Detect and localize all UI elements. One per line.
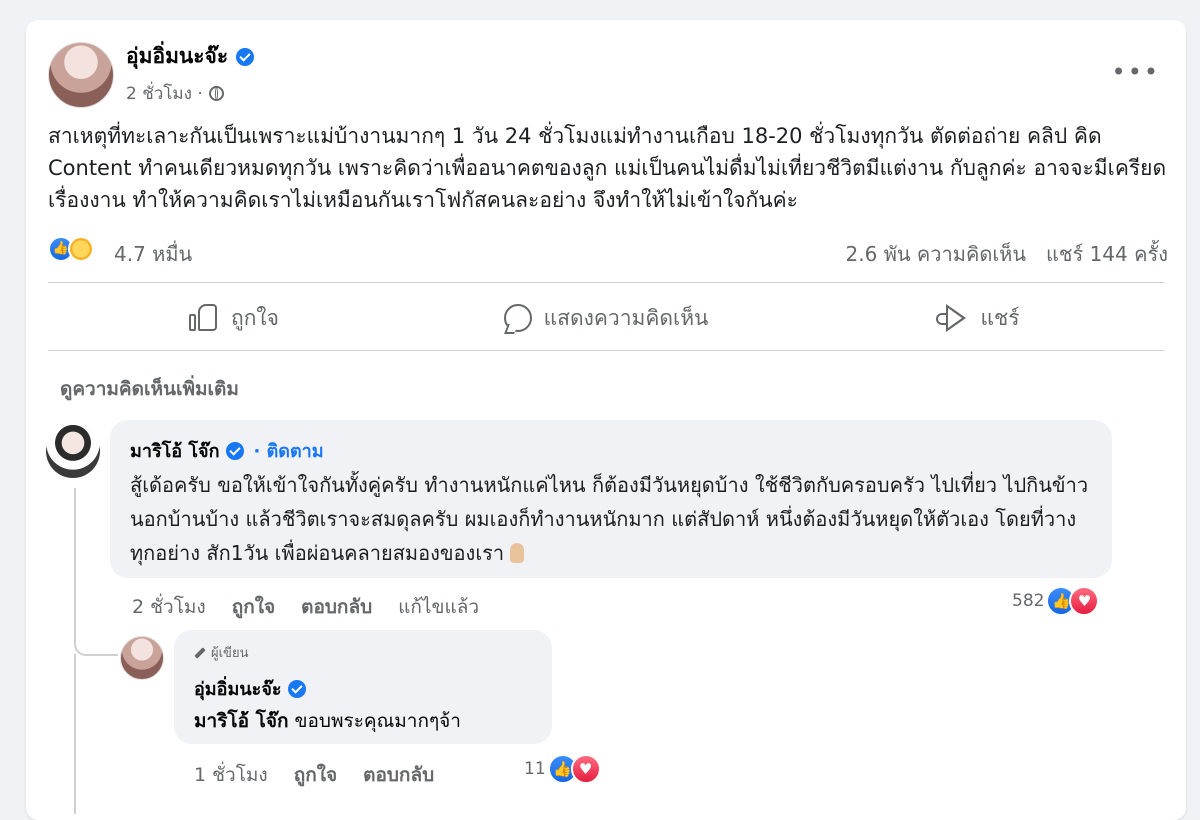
divider — [48, 282, 1164, 283]
comment-actions: 2 ชั่วโมง ถูกใจ ตอบกลับ แก้ไขแล้ว — [132, 592, 479, 622]
shares-count[interactable]: แชร์ 144 ครั้ง — [1046, 238, 1168, 270]
comment-icon — [503, 304, 532, 332]
post-card: อุ่มอิ่มนะจ๊ะ 2 ชั่วโมง · ••• สาเหตุที่ท… — [26, 20, 1186, 820]
author-badge: ผู้เขียน — [194, 642, 248, 663]
post-author[interactable]: อุ่มอิ่มนะจ๊ะ — [126, 40, 255, 73]
author-badge-label: ผู้เขียน — [211, 646, 249, 661]
reply-reactions[interactable]: 11 👍 ♥ — [524, 754, 601, 784]
verified-icon — [236, 47, 255, 66]
follow-link[interactable]: · ติดตาม — [254, 436, 324, 465]
love-reaction-icon: ♥ — [1069, 586, 1100, 616]
reply-text-body: ขอบพระคุณมากๆจ้า — [288, 710, 461, 732]
globe-icon — [208, 86, 224, 101]
post-time[interactable]: 2 ชั่วโมง · — [126, 80, 203, 107]
reply-reaction-count: 11 — [524, 759, 546, 779]
commenter-name-row: มาริโอ้ โจ๊ก · ติดตาม — [130, 436, 324, 465]
comment-button-label: แสดงความคิดเห็น — [543, 305, 709, 330]
comment-time[interactable]: 2 ชั่วโมง — [132, 592, 206, 622]
reaction-count[interactable]: 4.7 หมื่น — [114, 238, 192, 270]
reply-author-name[interactable]: อุ่มอิ่มนะจ๊ะ — [194, 674, 282, 703]
post-actions: ถูกใจ แสดงความคิดเห็น แชร์ — [48, 290, 1164, 346]
commenter-avatar[interactable] — [46, 424, 100, 478]
comment-bubble: มาริโอ้ โจ๊ก · ติดตาม สู้เด้อครับ ขอให้เ… — [110, 420, 1112, 578]
love-reaction-icon: ♥ — [570, 754, 601, 784]
post-stats: 2.6 พัน ความคิดเห็น แชร์ 144 ครั้ง — [846, 238, 1168, 270]
pencil-icon — [194, 646, 206, 659]
reactions-summary: 👍 4.7 หมื่น 2.6 พัน ความคิดเห็น แชร์ 144… — [48, 236, 1168, 266]
view-more-comments-link[interactable]: ดูความคิดเห็นเพิ่มเติม — [60, 374, 239, 404]
reaction-icons[interactable]: 👍 — [48, 236, 94, 262]
thread-line — [74, 488, 118, 656]
comment-reply-button[interactable]: ตอบกลับ — [301, 592, 372, 622]
author-avatar[interactable] — [48, 42, 114, 108]
commenter-name[interactable]: มาริโอ้ โจ๊ก — [130, 436, 220, 465]
verified-icon — [225, 441, 244, 460]
post-author-name[interactable]: อุ่มอิ่มนะจ๊ะ — [126, 40, 228, 73]
comment-text: สู้เด้อครับ ขอให้เข้าใจกันทั้งคู่ครับ ทำ… — [130, 468, 1100, 570]
reply-actions: 1 ชั่วโมง ถูกใจ ตอบกลับ — [194, 760, 434, 790]
care-reaction-icon — [68, 236, 94, 262]
peace-hand-icon — [510, 543, 525, 563]
comment-edited-label: แก้ไขแล้ว — [398, 596, 480, 618]
like-button[interactable]: ถูกใจ — [48, 290, 420, 346]
like-button-label: ถูกใจ — [231, 305, 279, 330]
share-icon — [936, 304, 968, 332]
verified-icon — [287, 679, 306, 698]
reply-bubble: ผู้เขียน อุ่มอิ่มนะจ๊ะ มาริโอ้ โจ๊ก ขอบพ… — [174, 630, 552, 744]
post-meta: 2 ชั่วโมง · — [126, 80, 224, 107]
share-button[interactable]: แชร์ — [792, 290, 1164, 346]
comment-reactions[interactable]: 582 👍 ♥ — [1012, 586, 1100, 616]
comment-button[interactable]: แสดงความคิดเห็น — [420, 290, 792, 346]
more-options-button[interactable]: ••• — [1112, 58, 1160, 86]
reply-author-row: อุ่มอิ่มนะจ๊ะ — [194, 674, 306, 703]
comment-text-body: สู้เด้อครับ ขอให้เข้าใจกันทั้งคู่ครับ ทำ… — [130, 473, 1089, 565]
divider — [48, 350, 1164, 351]
reply-avatar[interactable] — [120, 636, 164, 680]
reply-like-button[interactable]: ถูกใจ — [294, 760, 337, 790]
thread-line — [74, 654, 76, 814]
post-text: สาเหตุที่ทะเลาะกันเป็นเพราะแม่บ้างานมากๆ… — [48, 124, 1167, 212]
reply-reply-button[interactable]: ตอบกลับ — [363, 760, 434, 790]
mention-link[interactable]: มาริโอ้ โจ๊ก — [194, 710, 288, 732]
comment-like-button[interactable]: ถูกใจ — [232, 592, 275, 622]
reply-text: มาริโอ้ โจ๊ก ขอบพระคุณมากๆจ้า — [194, 706, 461, 736]
thumb-icon — [189, 304, 219, 332]
reply-time[interactable]: 1 ชั่วโมง — [194, 760, 268, 790]
share-button-label: แชร์ — [980, 305, 1020, 330]
comments-count[interactable]: 2.6 พัน ความคิดเห็น — [846, 238, 1026, 270]
comment-reaction-count: 582 — [1012, 591, 1045, 611]
